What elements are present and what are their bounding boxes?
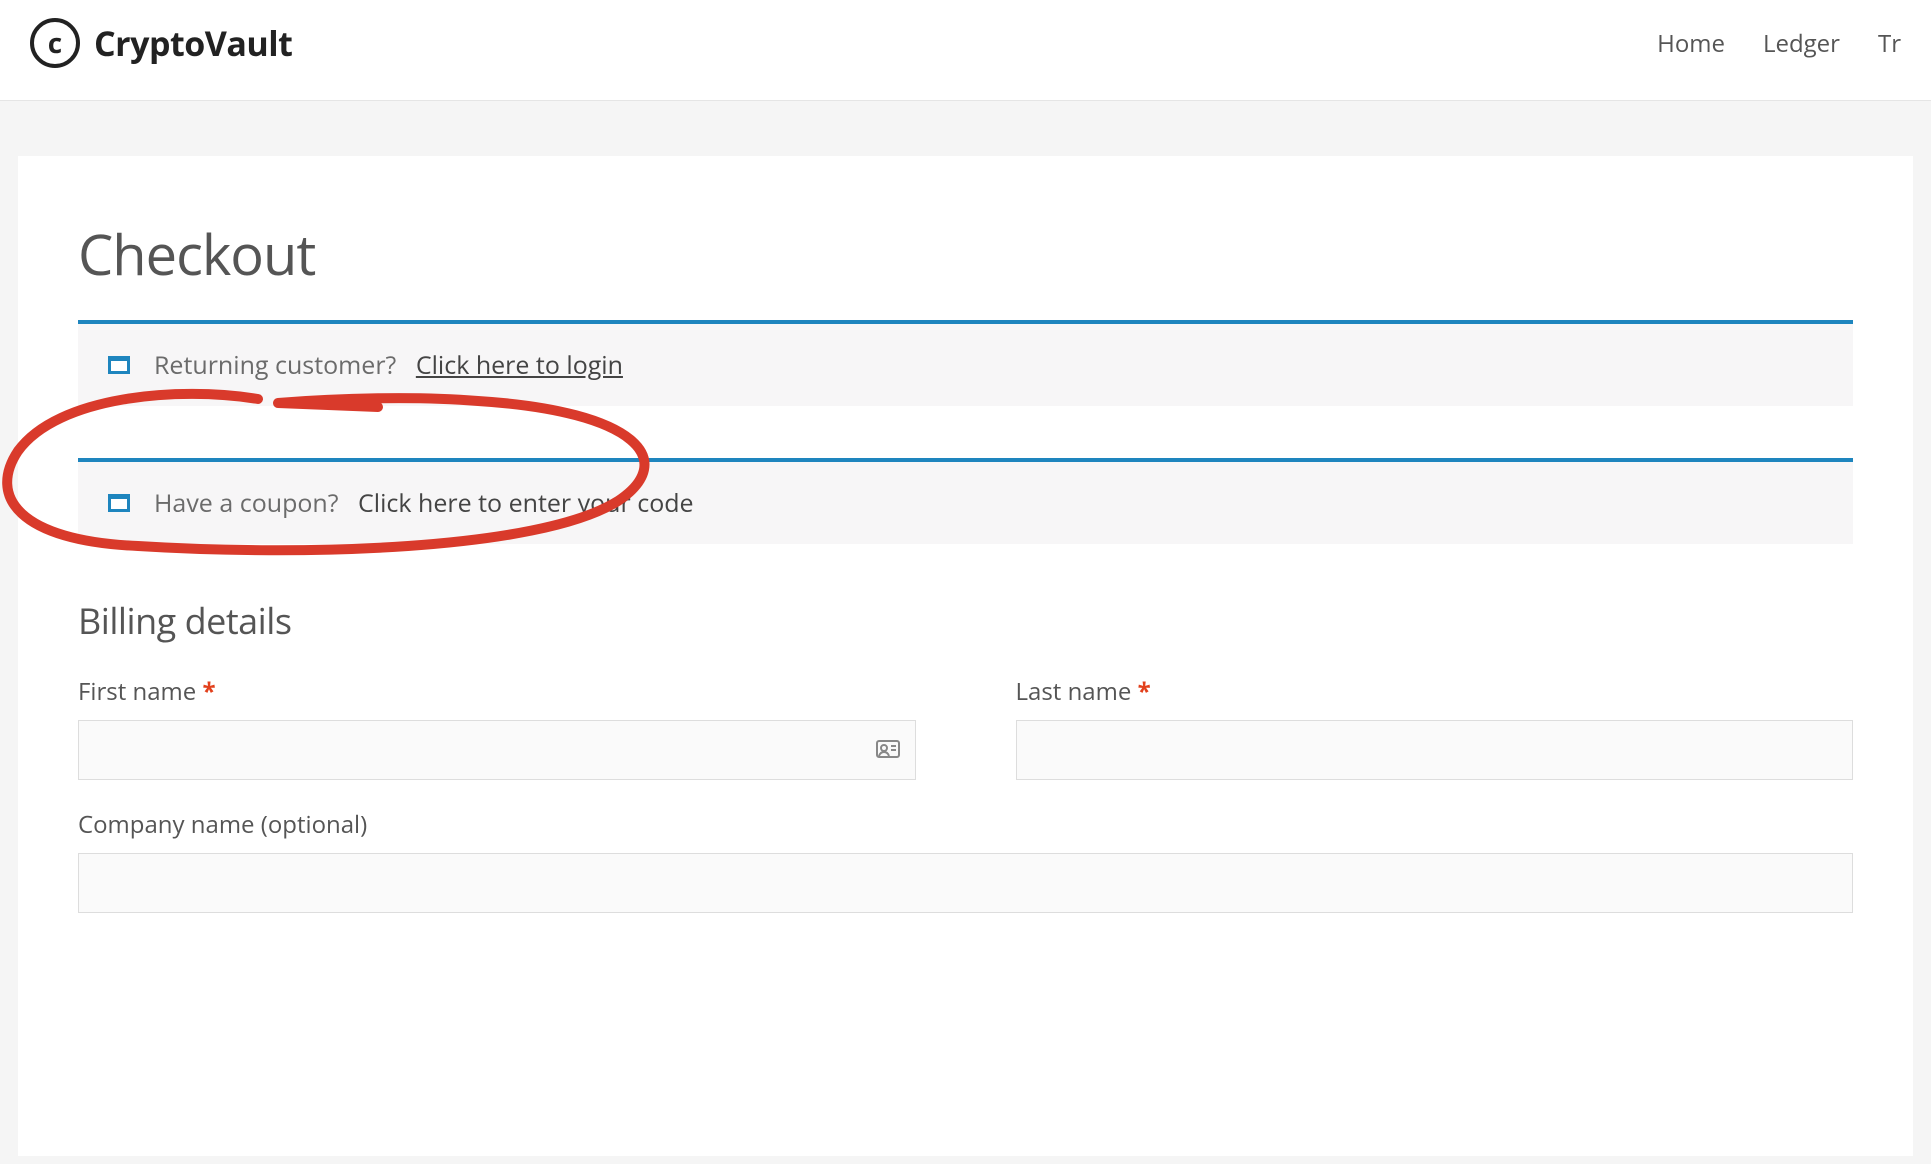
checkout-page: Checkout Returning customer? Click here … bbox=[18, 156, 1913, 1156]
nav-tr[interactable]: Tr bbox=[1878, 27, 1901, 60]
billing-heading: Billing details bbox=[78, 596, 1853, 645]
first-name-field[interactable] bbox=[78, 720, 916, 780]
required-star: * bbox=[202, 675, 215, 708]
coupon-prompt: Have a coupon? bbox=[154, 486, 339, 520]
name-row: First name * Last name * bbox=[78, 675, 1853, 780]
copyright-icon: c bbox=[30, 18, 80, 68]
company-field[interactable] bbox=[78, 853, 1853, 913]
site-header: c CryptoVault Home Ledger Tr bbox=[0, 0, 1931, 101]
coupon-notice: Have a coupon? Click here to enter your … bbox=[78, 458, 1853, 544]
contact-card-icon bbox=[876, 735, 900, 765]
first-name-label: First name * bbox=[78, 675, 916, 708]
window-icon bbox=[108, 494, 130, 512]
company-label: Company name (optional) bbox=[78, 808, 1853, 841]
company-row: Company name (optional) bbox=[78, 808, 1853, 913]
returning-customer-prompt: Returning customer? bbox=[154, 348, 396, 382]
page-title: Checkout bbox=[78, 216, 1853, 292]
nav-home[interactable]: Home bbox=[1657, 27, 1725, 60]
nav-ledger[interactable]: Ledger bbox=[1763, 27, 1840, 60]
login-link[interactable]: Click here to login bbox=[416, 348, 623, 382]
brand-name: CryptoVault bbox=[94, 20, 292, 66]
required-star: * bbox=[1138, 675, 1151, 708]
main-nav: Home Ledger Tr bbox=[1657, 27, 1901, 60]
returning-customer-notice: Returning customer? Click here to login bbox=[78, 320, 1853, 406]
coupon-link[interactable]: Click here to enter your code bbox=[358, 486, 694, 520]
last-name-label: Last name * bbox=[1016, 675, 1854, 708]
last-name-field[interactable] bbox=[1016, 720, 1854, 780]
brand[interactable]: c CryptoVault bbox=[30, 18, 292, 68]
window-icon bbox=[108, 356, 130, 374]
